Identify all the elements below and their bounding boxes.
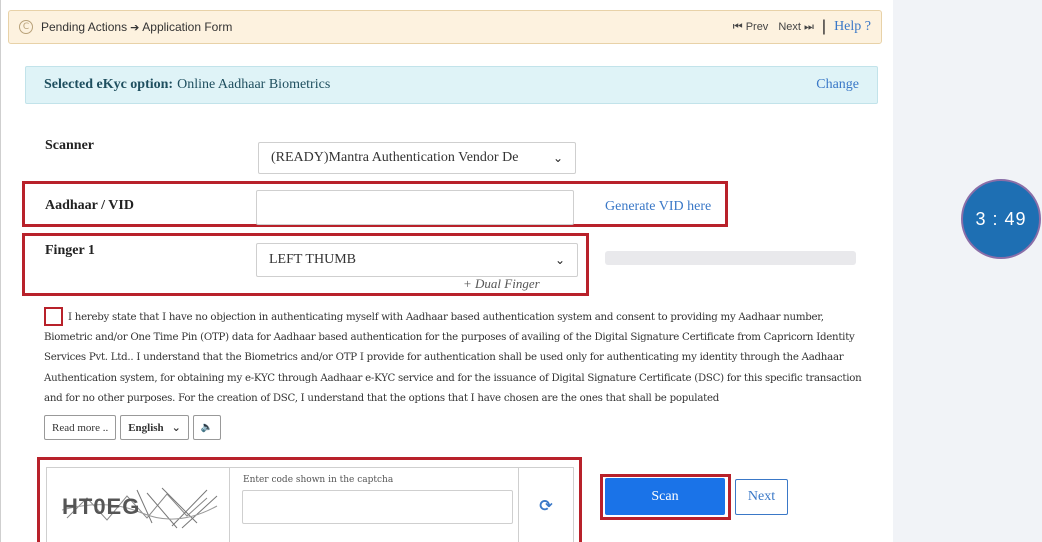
divider: |: [821, 18, 827, 35]
finger-select[interactable]: LEFT THUMB ⌄: [256, 243, 578, 277]
help-link[interactable]: Help ?: [834, 19, 871, 35]
ekyc-option-bar: Selected eKyc option: Online Aadhaar Bio…: [25, 66, 878, 104]
prev-link[interactable]: ⏮ Prev: [733, 20, 769, 34]
consent-controls: Read more .. English ⌄ 🔈: [44, 415, 222, 440]
arrow-right-icon: ➔: [130, 20, 140, 34]
breadcrumb-application-form: Application Form: [142, 20, 233, 34]
captcha-input[interactable]: [242, 490, 513, 524]
chevron-down-icon: ⌄: [171, 421, 181, 434]
pager-nav: ⏮ Prev Next ⏭ | Help ?: [733, 18, 871, 36]
change-link[interactable]: Change: [816, 77, 859, 93]
scan-button[interactable]: Scan: [605, 478, 725, 515]
scanner-select-value: (READY)Mantra Authentication Vendor De: [271, 150, 519, 165]
scan-progress-bar: [605, 251, 856, 265]
language-select-value: English: [128, 421, 164, 434]
breadcrumb: Pending Actions ➔ Application Form: [41, 20, 232, 34]
breadcrumb-pending-actions[interactable]: Pending Actions: [41, 20, 127, 34]
audio-button[interactable]: 🔈: [192, 415, 222, 440]
speaker-icon: 🔈: [200, 422, 214, 433]
prev-label: Prev: [745, 21, 769, 33]
next-link[interactable]: Next ⏭: [778, 20, 814, 34]
scanner-select[interactable]: (READY)Mantra Authentication Vendor De ⌄: [258, 142, 576, 174]
ekyc-option-value: Online Aadhaar Biometrics: [177, 77, 331, 92]
captcha-hint: Enter code shown in the captcha: [243, 475, 394, 485]
finger-label: Finger 1: [45, 243, 95, 258]
next-label: Next: [778, 21, 801, 33]
ekyc-option-label: Selected eKyc option:: [44, 77, 174, 92]
copyright-icon: C: [19, 20, 33, 34]
aadhaar-label: Aadhaar / VID: [45, 198, 134, 213]
finger-select-value: LEFT THUMB: [269, 252, 356, 267]
side-panel: [893, 0, 1042, 542]
scanner-label: Scanner: [45, 138, 94, 153]
chevron-down-icon: ⌄: [552, 151, 563, 165]
language-select[interactable]: English ⌄: [120, 415, 189, 440]
read-more-button[interactable]: Read more ..: [44, 415, 117, 440]
countdown-timer: 3 : 49: [961, 179, 1041, 259]
refresh-icon: ⟳: [539, 495, 553, 515]
dual-finger-link[interactable]: + Dual Finger: [463, 276, 540, 292]
refresh-captcha-button[interactable]: ⟳: [518, 468, 573, 542]
consent-checkbox[interactable]: [44, 307, 63, 326]
double-right-icon: ⏭: [804, 20, 814, 33]
generate-vid-link[interactable]: Generate VID here: [605, 199, 711, 215]
captcha-image: HT0EG: [47, 468, 230, 542]
consent-text: I hereby state that I have no objection …: [44, 312, 862, 404]
captcha-code: HT0EG: [62, 494, 141, 519]
double-left-icon: ⏮: [732, 20, 743, 33]
next-button[interactable]: Next: [735, 479, 788, 515]
chevron-down-icon: ⌄: [554, 253, 565, 267]
breadcrumb-bar: C Pending Actions ➔ Application Form ⏮ P…: [8, 10, 882, 44]
aadhaar-input[interactable]: [256, 190, 574, 225]
